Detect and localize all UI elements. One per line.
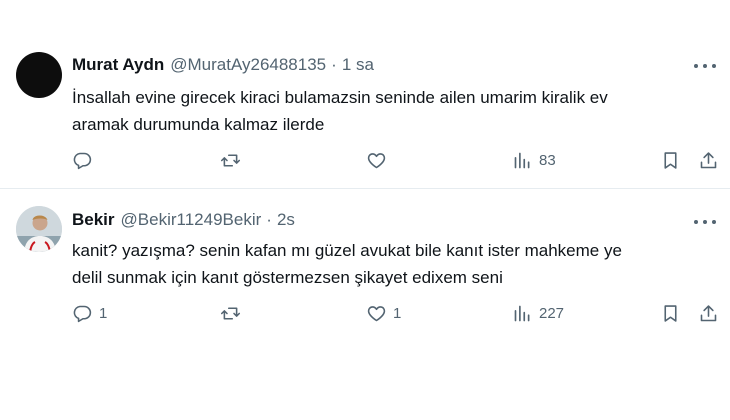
separator-dot: · xyxy=(266,210,272,229)
author-handle[interactable]: @Bekir11249Bekir xyxy=(121,210,262,230)
author-name[interactable]: Murat Aydn xyxy=(72,55,164,75)
views-button[interactable]: 227 xyxy=(512,301,564,325)
reply-icon xyxy=(73,152,92,169)
tweet[interactable]: Murat Aydn @MuratAy26488135 · 1 sa İnsal… xyxy=(0,0,730,188)
share-button[interactable] xyxy=(698,301,719,325)
retweet-button[interactable] xyxy=(220,148,247,172)
tweet[interactable]: Bekir @Bekir11249Bekir · 2s kanit? yazış… xyxy=(0,189,730,339)
tweet-text-line: aramak durumunda kalmaz ilerde xyxy=(72,115,325,134)
bookmark-button[interactable] xyxy=(660,148,681,172)
reply-button[interactable]: 1 xyxy=(72,301,107,325)
retweet-icon xyxy=(220,306,241,320)
views-chart-icon xyxy=(514,152,530,168)
like-button[interactable] xyxy=(366,148,393,172)
tweet-text-line: delil sunmak için kanıt göstermezsen şik… xyxy=(72,268,503,287)
timestamp[interactable]: 2s xyxy=(277,210,295,230)
more-icon[interactable] xyxy=(694,58,716,74)
timestamp[interactable]: 1 sa xyxy=(342,55,374,75)
like-count: 1 xyxy=(393,304,402,322)
heart-icon xyxy=(367,152,386,168)
avatar-image xyxy=(16,206,62,252)
tweet-text-line: İnsallah evine girecek kiraci bulamazsin… xyxy=(72,88,608,107)
avatar[interactable] xyxy=(16,52,62,98)
share-icon xyxy=(700,304,717,321)
reply-icon xyxy=(73,305,92,322)
action-bar: 83 xyxy=(72,148,720,172)
action-bar: 1 1 227 xyxy=(72,301,720,325)
share-button[interactable] xyxy=(698,148,719,172)
author-handle[interactable]: @MuratAy26488135 xyxy=(170,55,326,75)
tweet-header: Bekir @Bekir11249Bekir · 2s xyxy=(72,210,295,230)
more-icon[interactable] xyxy=(694,214,716,230)
author-name[interactable]: Bekir xyxy=(72,210,115,230)
view-count: 83 xyxy=(539,151,556,169)
bookmark-icon xyxy=(664,304,677,322)
tweet-text: kanit? yazışma? senin kafan mı güzel avu… xyxy=(72,237,712,291)
tweet-text-line: kanit? yazışma? senin kafan mı güzel avu… xyxy=(72,241,622,260)
retweet-button[interactable] xyxy=(220,301,247,325)
views-button[interactable]: 83 xyxy=(512,148,556,172)
avatar[interactable] xyxy=(16,206,62,252)
reply-count: 1 xyxy=(99,304,108,322)
separator-dot: · xyxy=(331,55,337,74)
tweet-text: İnsallah evine girecek kiraci bulamazsin… xyxy=(72,84,712,138)
reply-button[interactable] xyxy=(72,148,99,172)
bookmark-icon xyxy=(664,151,677,169)
view-count: 227 xyxy=(539,304,565,322)
tweet-header: Murat Aydn @MuratAy26488135 · 1 sa xyxy=(72,55,374,75)
like-button[interactable]: 1 xyxy=(366,301,401,325)
bookmark-button[interactable] xyxy=(660,301,681,325)
retweet-icon xyxy=(220,153,241,167)
views-chart-icon xyxy=(514,305,530,321)
share-icon xyxy=(700,151,717,168)
heart-icon xyxy=(367,305,386,321)
